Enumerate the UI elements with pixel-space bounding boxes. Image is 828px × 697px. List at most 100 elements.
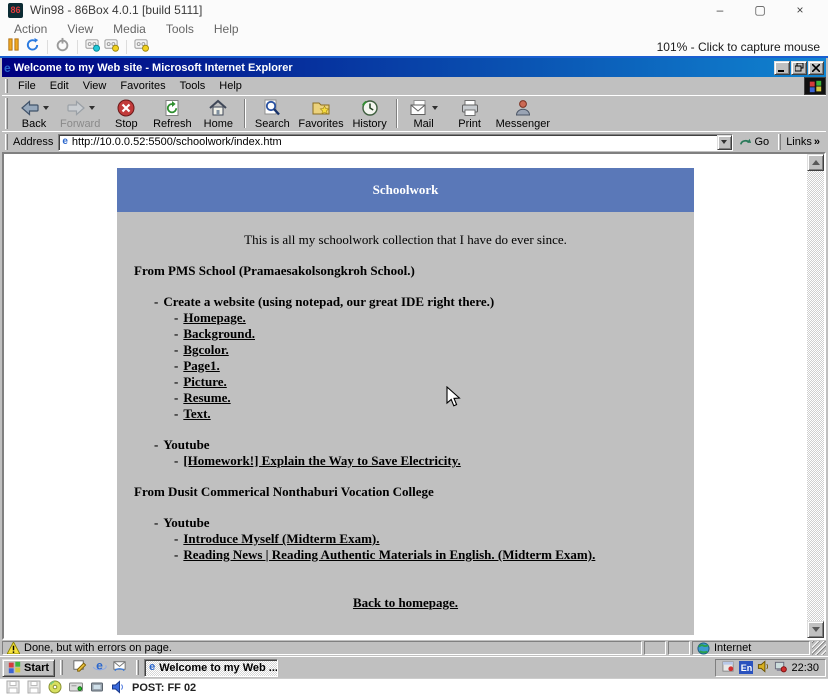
host-menu-help[interactable]: Help <box>204 22 249 36</box>
page-link[interactable]: Page1. <box>183 358 219 373</box>
toolbar-button-label: Home <box>204 118 233 130</box>
ie-minimize-button[interactable] <box>774 61 790 75</box>
ie-throbber-logo <box>804 77 826 95</box>
go-button[interactable]: Go <box>733 136 776 149</box>
hard-reset-icon[interactable] <box>25 37 40 57</box>
address-dropdown-button[interactable] <box>717 135 732 150</box>
host-minimize-button[interactable]: – <box>700 0 740 20</box>
ie-window-icon: e <box>4 62 11 74</box>
status-text: Done, but with errors on page. <box>24 642 172 654</box>
cdrom-icon[interactable] <box>48 680 62 697</box>
ie-close-button[interactable] <box>808 61 824 75</box>
quicklaunch-grip[interactable] <box>60 660 63 675</box>
taskbar: Start e e Welcome to my Web ... En 22:30 <box>0 656 828 678</box>
ie-menu-help[interactable]: Help <box>212 79 249 93</box>
ie-toolbar-button-print[interactable]: Print <box>447 97 493 131</box>
floppy-a-icon[interactable] <box>6 680 20 697</box>
list-dash: - <box>154 294 158 309</box>
list-dash: - <box>174 406 178 421</box>
cassette-yellow-icon[interactable] <box>104 37 119 57</box>
pause-icon[interactable] <box>6 37 21 57</box>
page-link[interactable]: Reading News | Reading Authentic Materia… <box>183 547 595 562</box>
host-close-button[interactable]: × <box>780 0 820 20</box>
addressbar-grip[interactable] <box>5 134 8 150</box>
tray-device-icon[interactable] <box>774 660 787 676</box>
host-menu-media[interactable]: Media <box>103 22 156 36</box>
address-input[interactable]: e http://10.0.0.52:5500/schoolwork/index… <box>58 134 732 151</box>
menubar-grip[interactable] <box>5 79 8 93</box>
toolbar-button-label: Mail <box>414 118 434 130</box>
internet-zone-icon <box>697 642 710 655</box>
back-to-homepage-link[interactable]: Back to homepage. <box>353 595 458 610</box>
ie-toolbar-button-stop[interactable]: Stop <box>103 97 149 131</box>
toolbar-button-label: History <box>352 118 386 130</box>
cassette-cyan-icon[interactable] <box>85 37 100 57</box>
address-value[interactable]: http://10.0.0.52:5500/schoolwork/index.h… <box>72 136 713 148</box>
list-dash: - <box>174 358 178 373</box>
ie-menu-favorites[interactable]: Favorites <box>113 79 172 93</box>
ie-toolbar-button-refresh[interactable]: Refresh <box>149 97 195 131</box>
start-button[interactable]: Start <box>2 659 55 677</box>
ie-menu-tools[interactable]: Tools <box>173 79 213 93</box>
ie-addressbar: Address e http://10.0.0.52:5500/schoolwo… <box>2 131 826 152</box>
toolbar-separator <box>396 99 398 128</box>
ie-menu-view[interactable]: View <box>76 79 114 93</box>
show-desktop-icon[interactable] <box>72 658 87 678</box>
ie-content-area: Schoolwork This is all my schoolwork col… <box>2 152 826 640</box>
page-block-heading: From Dusit Commerical Nonthaburi Vocatio… <box>134 484 694 500</box>
page-link[interactable]: Background. <box>183 326 255 341</box>
links-toolbar[interactable]: Links » <box>784 136 824 148</box>
tasks-grip[interactable] <box>136 660 139 675</box>
list-dash: - <box>154 437 158 452</box>
device-icon[interactable] <box>90 680 104 697</box>
task-button-ie[interactable]: e Welcome to my Web ... <box>144 659 278 677</box>
host-menu-tools[interactable]: Tools <box>156 22 204 36</box>
ie-toolbar-button-mail[interactable]: Mail <box>401 97 447 131</box>
cassette-settings-icon[interactable] <box>134 37 149 57</box>
resize-grip[interactable] <box>812 641 826 655</box>
ie-toolbar-button-messenger[interactable]: Messenger <box>493 97 553 131</box>
ie-toolbar-button-history[interactable]: History <box>347 97 393 131</box>
links-chevron-icon: » <box>814 136 820 148</box>
page-link[interactable]: Text. <box>183 406 210 421</box>
host-menu-action[interactable]: Action <box>4 22 57 36</box>
vertical-scrollbar[interactable] <box>807 154 824 638</box>
floppy-b-icon[interactable] <box>27 680 41 697</box>
page-block-link: -[Homework!] Explain the Way to Save Ele… <box>174 453 694 469</box>
dropdown-arrow-icon[interactable] <box>432 106 438 110</box>
tray-volume-icon[interactable] <box>757 660 770 676</box>
ie-menu-file[interactable]: File <box>11 79 43 93</box>
ie-toolbar-button-back[interactable]: Back <box>11 97 57 131</box>
ie-titlebar[interactable]: e Welcome to my Web site - Microsoft Int… <box>2 58 826 77</box>
harddisk-icon[interactable] <box>69 680 83 697</box>
scroll-up-button[interactable] <box>807 154 824 171</box>
page-link[interactable]: [Homework!] Explain the Way to Save Elec… <box>183 453 460 468</box>
host-menu-view[interactable]: View <box>57 22 103 36</box>
dropdown-arrow-icon[interactable] <box>89 106 95 110</box>
ie-window: e Welcome to my Web site - Microsoft Int… <box>0 58 828 656</box>
page-text: Create a website (using notepad, our gre… <box>163 294 494 309</box>
scroll-down-button[interactable] <box>807 621 824 638</box>
capture-mouse-status[interactable]: 101% - Click to capture mouse <box>657 40 822 54</box>
power-icon[interactable] <box>55 37 70 57</box>
toolbar-grip[interactable] <box>5 98 8 129</box>
ie-menu-edit[interactable]: Edit <box>43 79 76 93</box>
page-link[interactable]: Homepage. <box>183 310 245 325</box>
sound-icon[interactable] <box>111 680 125 697</box>
links-grip[interactable] <box>778 134 781 150</box>
page-link[interactable]: Resume. <box>183 390 230 405</box>
page-link[interactable]: Picture. <box>183 374 226 389</box>
page-link[interactable]: Introduce Myself (Midterm Exam). <box>183 531 379 546</box>
tray-scheduler-icon[interactable] <box>722 660 735 676</box>
tray-language-indicator[interactable]: En <box>739 661 753 674</box>
ie-toolbar-button-favorites[interactable]: Favorites <box>295 97 346 131</box>
tray-clock[interactable]: 22:30 <box>791 662 819 674</box>
ie-toolbar-button-home[interactable]: Home <box>195 97 241 131</box>
page-link[interactable]: Bgcolor. <box>183 342 228 357</box>
host-maximize-button[interactable]: ▢ <box>740 0 780 20</box>
internet-explorer-icon[interactable]: e <box>92 658 107 678</box>
ie-restore-button[interactable] <box>791 61 807 75</box>
ie-toolbar-button-search[interactable]: Search <box>249 97 295 131</box>
outlook-express-icon[interactable] <box>112 658 127 678</box>
dropdown-arrow-icon[interactable] <box>43 106 49 110</box>
